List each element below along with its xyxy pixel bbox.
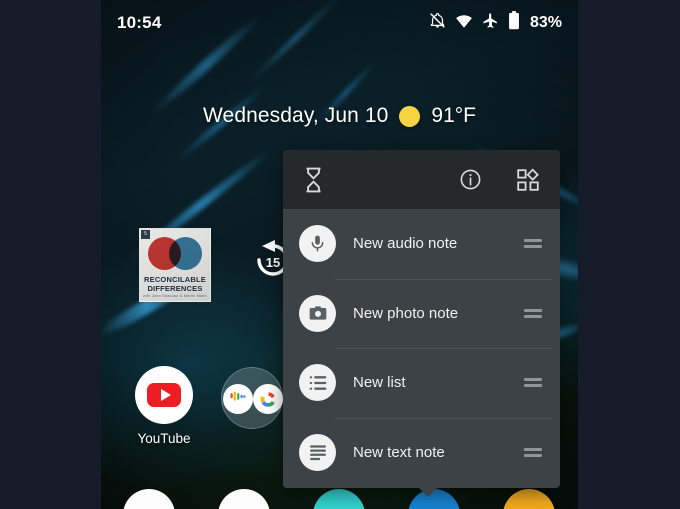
album-subtitle: with John Siracusa & Merlin Mann bbox=[143, 294, 207, 298]
status-clock: 10:54 bbox=[117, 13, 162, 32]
assistant-icon bbox=[223, 384, 253, 414]
phone-screenshot: 10:54 83% Wednesday, Jun 10 91°F 5 RECON… bbox=[101, 0, 578, 509]
info-circle-icon[interactable] bbox=[459, 168, 482, 191]
page-root: 10:54 83% Wednesday, Jun 10 91°F 5 RECON… bbox=[0, 0, 680, 509]
shortcut-label: New text note bbox=[353, 443, 445, 461]
shortcut-new-photo-note[interactable]: New photo note bbox=[283, 278, 560, 349]
date-text: Wednesday, Jun 10 bbox=[203, 104, 389, 127]
airplane-mode-icon bbox=[482, 12, 499, 34]
album-title-line2: DIFFERENCES bbox=[147, 284, 203, 293]
album-art[interactable]: 5 RECONCILABLE DIFFERENCES with John Sir… bbox=[139, 228, 211, 302]
popup-header bbox=[283, 150, 560, 209]
status-bar: 10:54 83% bbox=[101, 0, 578, 46]
sidebar-item-youtube[interactable]: YouTube bbox=[121, 366, 207, 446]
google-icon bbox=[253, 384, 283, 414]
camera-icon bbox=[299, 294, 336, 332]
drag-handle-icon[interactable] bbox=[524, 308, 542, 318]
microphone-icon bbox=[299, 225, 336, 263]
sun-icon bbox=[399, 105, 421, 127]
youtube-icon bbox=[135, 366, 193, 424]
hourglass-icon[interactable] bbox=[303, 167, 324, 193]
text-lines-icon bbox=[299, 433, 336, 471]
widgets-icon[interactable] bbox=[516, 167, 540, 192]
shortcut-label: New list bbox=[353, 374, 406, 392]
drag-handle-icon[interactable] bbox=[524, 378, 542, 388]
google-folder-icon[interactable] bbox=[221, 367, 283, 429]
temperature-text: 91°F bbox=[431, 104, 476, 127]
shortcut-label: New photo note bbox=[353, 304, 459, 322]
notifications-off-icon bbox=[429, 12, 446, 34]
shortcut-new-audio-note[interactable]: New audio note bbox=[283, 209, 560, 279]
battery-percent: 83% bbox=[529, 14, 562, 31]
shortcut-label: New audio note bbox=[353, 235, 458, 253]
album-blue-circle bbox=[169, 237, 202, 270]
popup-pointer bbox=[419, 488, 437, 497]
date-weather-widget[interactable]: Wednesday, Jun 10 91°F bbox=[101, 104, 578, 128]
shortcut-new-text-note[interactable]: New text note bbox=[283, 417, 560, 488]
battery-icon bbox=[508, 11, 520, 35]
status-icons: 83% bbox=[429, 11, 562, 35]
album-title-line1: RECONCILABLE bbox=[144, 275, 206, 284]
app-shortcut-popup: New audio note New photo note New list N… bbox=[283, 150, 560, 497]
shortcut-new-list[interactable]: New list bbox=[283, 348, 560, 418]
drag-handle-icon[interactable] bbox=[524, 239, 542, 249]
wifi-icon bbox=[455, 12, 473, 35]
app-label-youtube: YouTube bbox=[137, 431, 191, 446]
drag-handle-icon[interactable] bbox=[524, 447, 542, 457]
checklist-icon bbox=[299, 364, 336, 402]
episode-badge: 5 bbox=[141, 230, 150, 239]
